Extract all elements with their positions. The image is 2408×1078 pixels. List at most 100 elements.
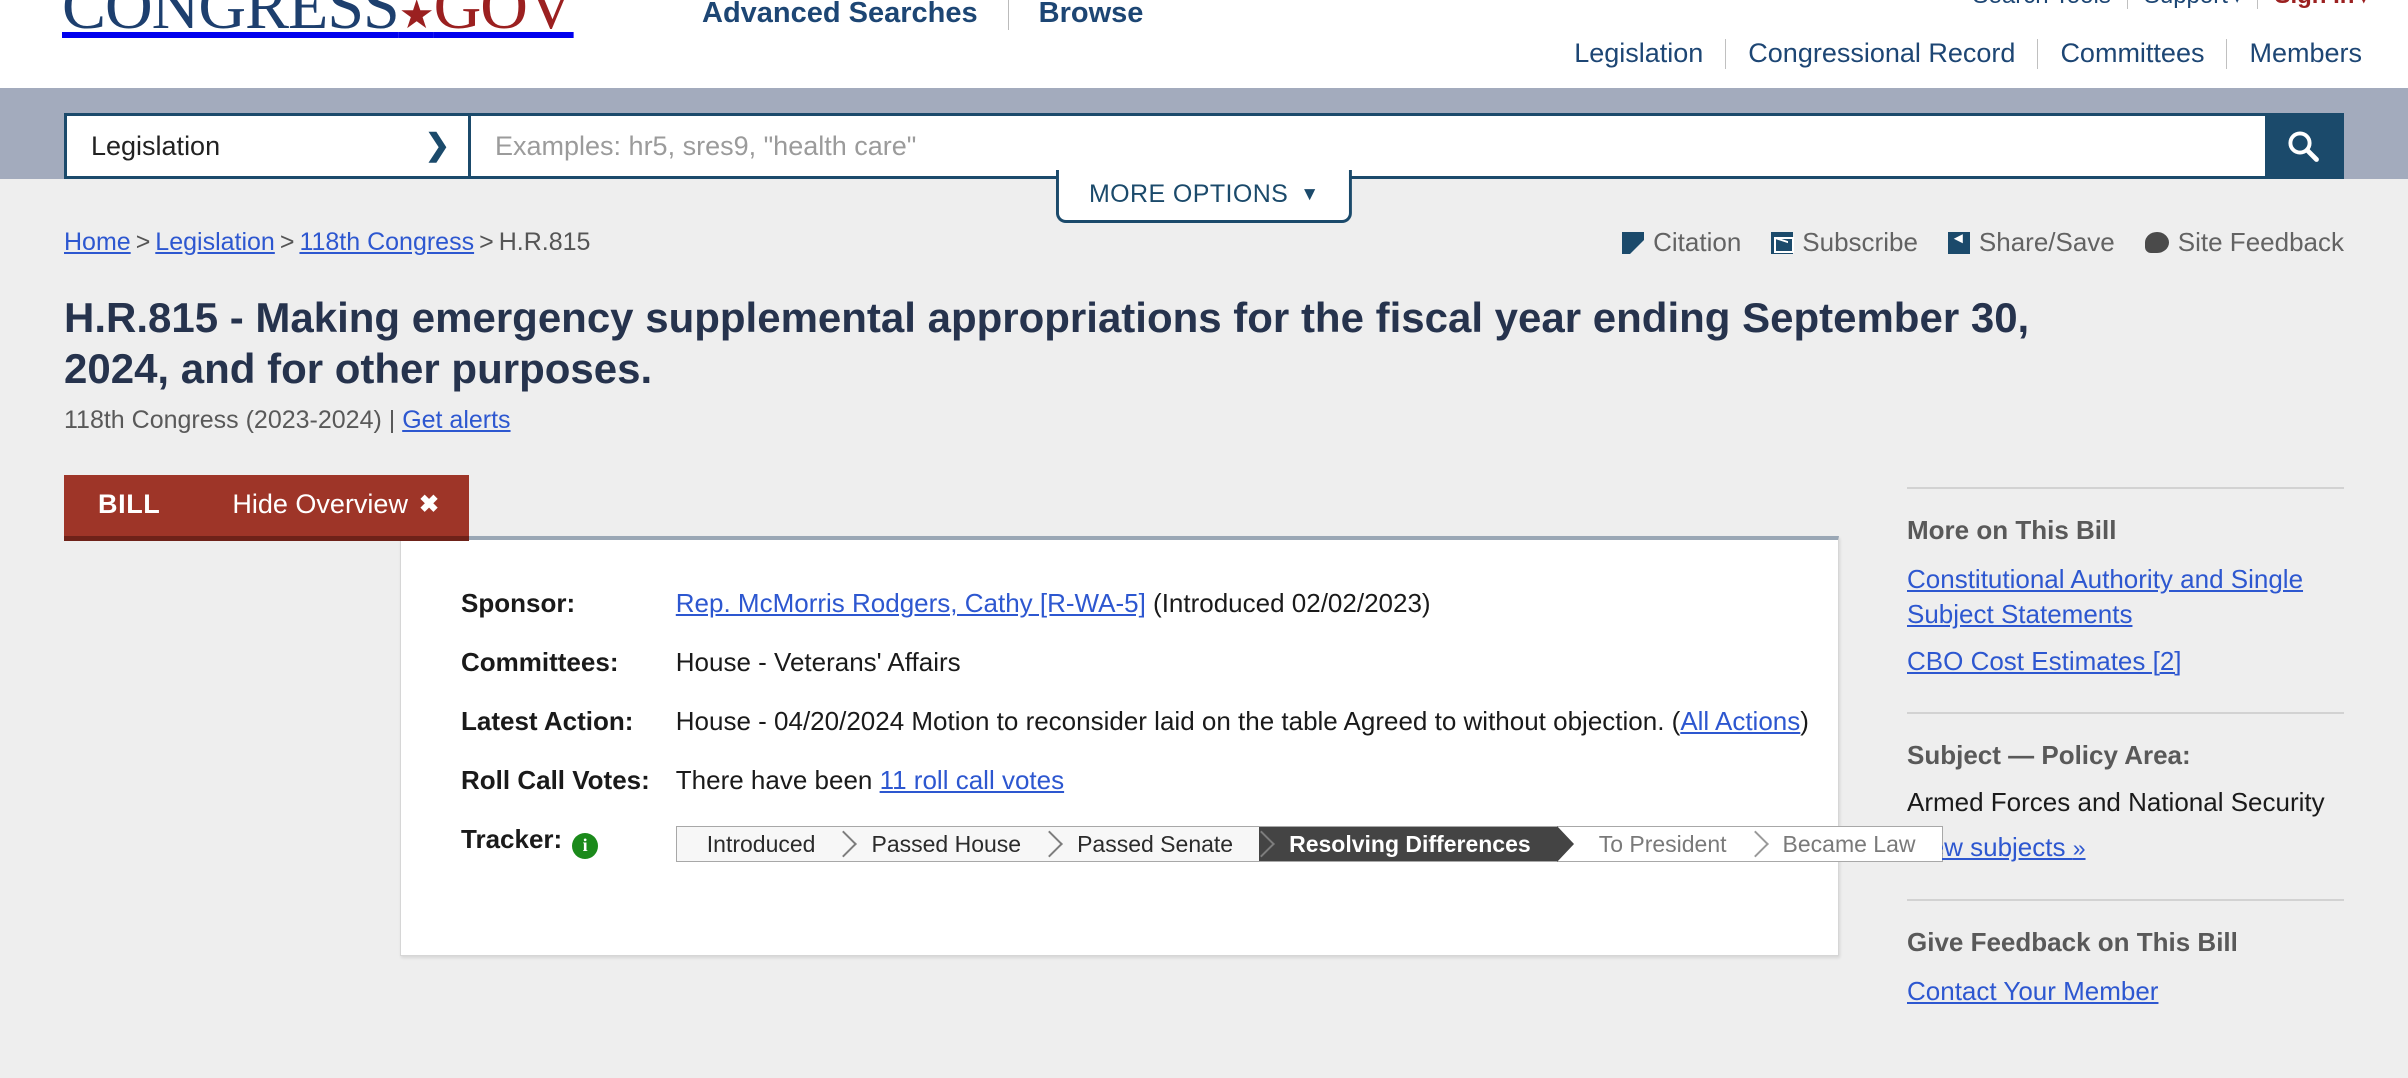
envelope-icon xyxy=(1771,231,1795,254)
site-feedback-label: Site Feedback xyxy=(2177,227,2344,257)
tracker-step-became-law: Became Law xyxy=(1752,827,1942,862)
table-row: Sponsor: Rep. McMorris Rodgers, Cathy [R… xyxy=(401,588,1943,647)
tracker-step-to-president: To President xyxy=(1556,827,1753,862)
latest-action-text: House - 04/20/2024 Motion to reconsider … xyxy=(675,706,1681,737)
sidebar-section-more-on-bill: More on This Bill Constitutional Authori… xyxy=(1907,487,2344,712)
info-icon[interactable]: i xyxy=(572,832,599,859)
breadcrumb-118th-congress[interactable]: 118th Congress xyxy=(299,228,474,256)
bill-overview-panel: Sponsor: Rep. McMorris Rodgers, Cathy [R… xyxy=(400,536,1943,957)
sponsor-value: Rep. McMorris Rodgers, Cathy [R-WA-5] (I… xyxy=(676,588,1943,647)
site-feedback-button[interactable]: Site Feedback xyxy=(2144,227,2344,258)
policy-area-value: Armed Forces and National Security xyxy=(1907,787,2325,818)
sign-in-label: Sign In xyxy=(2274,0,2354,9)
double-chevron-right-icon: » xyxy=(2072,835,2086,862)
tracker-cell: Introduced Passed House Passed Senate Re… xyxy=(675,824,1943,863)
bill-sidebar: More on This Bill Constitutional Authori… xyxy=(1839,475,2344,1042)
overview-table: Sponsor: Rep. McMorris Rodgers, Cathy [R… xyxy=(401,588,1943,863)
page-title: H.R.815 - Making emergency supplemental … xyxy=(64,294,2030,393)
chevron-down-icon: ▼ xyxy=(1300,183,1320,205)
citation-label: Citation xyxy=(1653,227,1742,257)
search-input[interactable] xyxy=(471,116,2265,176)
bill-congress-line: 118th Congress (2023-2024) | Get alerts xyxy=(64,406,2344,435)
latest-action-label: Latest Action: xyxy=(461,706,634,737)
search-icon xyxy=(2288,131,2319,162)
tracker-label: Tracker: xyxy=(461,824,563,855)
speech-bubble-icon xyxy=(2144,232,2169,253)
support-menu[interactable]: Support ▾ xyxy=(2128,0,2258,10)
share-save-label: Share/Save xyxy=(1978,227,2115,257)
tab-bill[interactable]: BILL Hide Overview ✖ xyxy=(64,475,470,542)
main-navigation: Legislation Congressional Record Committ… xyxy=(1552,38,2384,69)
chevron-down-icon: ▾ xyxy=(2359,0,2368,7)
share-icon xyxy=(1947,230,1970,254)
bill-progress-tracker: Introduced Passed House Passed Senate Re… xyxy=(675,826,1943,863)
nav-members[interactable]: Members xyxy=(2227,38,2384,69)
page-content: Home > Legislation >118th Congress > H.R.815 … xyxy=(0,179,2408,1078)
logo-gov-text: GOV xyxy=(433,0,575,43)
breadcrumb-separator: > xyxy=(479,228,494,256)
search-tools-label: Search Tools xyxy=(1973,0,2111,9)
overview-tabstrip: BILL Hide Overview ✖ xyxy=(64,475,1839,542)
roll-call-votes-label: Roll Call Votes: xyxy=(461,765,650,796)
sidebar-section-feedback: Give Feedback on This Bill Contact Your … xyxy=(1907,898,2344,1043)
sponsor-link[interactable]: Rep. McMorris Rodgers, Cathy [R-WA-5] xyxy=(676,588,1146,618)
table-row: Roll Call Votes: There have been 11 roll… xyxy=(401,765,1943,824)
breadcrumb-home[interactable]: Home xyxy=(64,228,131,256)
search-scope-value: Legislation xyxy=(91,130,221,161)
cbo-cost-estimates-link[interactable]: CBO Cost Estimates [2] xyxy=(1907,644,2344,679)
roll-call-votes-link[interactable]: 11 roll call votes xyxy=(880,765,1065,795)
get-alerts-link[interactable]: Get alerts xyxy=(402,406,510,434)
share-save-button[interactable]: Share/Save xyxy=(1947,227,2115,258)
congress-gov-logo[interactable]: CONGRESS★GOV xyxy=(62,0,575,43)
latest-action-close-paren: ) xyxy=(1800,706,1809,737)
contact-your-member-link[interactable]: Contact Your Member xyxy=(1907,974,2344,1009)
site-header: CONGRESS★GOV Advanced Searches Browse Se… xyxy=(0,0,2408,88)
sponsor-introduced-date: (Introduced 02/02/2023) xyxy=(1145,588,1431,619)
constitutional-authority-link[interactable]: Constitutional Authority and Single Subj… xyxy=(1907,562,2344,631)
breadcrumb-separator: > xyxy=(135,228,151,256)
view-subjects-link[interactable]: View subjects » xyxy=(1907,830,2344,865)
table-row: Tracker: i Introduced Passed House Passed… xyxy=(401,824,1943,863)
bill-overview-column: BILL Hide Overview ✖ Sponsor: Rep. McMor… xyxy=(64,475,1943,1042)
more-options-toggle[interactable]: MORE OPTIONS ▼ xyxy=(1055,170,1353,223)
search-bar-region: Legislation ❯ MORE OPTIONS ▼ xyxy=(0,88,2408,223)
header-utility-links: Search Tools Support ▾ Sign In ▾ xyxy=(1957,0,2384,10)
latest-action-value: House - 04/20/2024 Motion to reconsider … xyxy=(676,706,1943,765)
hide-overview-button[interactable]: Hide Overview ✖ xyxy=(232,489,439,520)
nav-congressional-record[interactable]: Congressional Record xyxy=(1726,38,2037,69)
breadcrumb-legislation[interactable]: Legislation xyxy=(155,228,275,256)
sponsor-label: Sponsor: xyxy=(461,588,576,619)
nav-legislation[interactable]: Legislation xyxy=(1552,38,1725,69)
sidebar-heading-policy-area: Subject — Policy Area: xyxy=(1907,740,2191,771)
page-tools: Citation Subscribe Share/Save Site Feedb… xyxy=(1622,227,2344,258)
tracker-step-passed-senate: Passed Senate xyxy=(1047,827,1260,862)
breadcrumb-current: H.R.815 xyxy=(498,228,591,256)
table-row: Committees: House - Veterans' Affairs xyxy=(401,647,1943,706)
hide-overview-label: Hide Overview xyxy=(232,489,408,520)
tab-bill-label: BILL xyxy=(98,489,161,520)
subscribe-label: Subscribe xyxy=(1802,227,1918,257)
nav-committees[interactable]: Committees xyxy=(2038,38,2226,69)
sign-in-menu[interactable]: Sign In ▾ xyxy=(2258,0,2384,10)
tracker-step-passed-house: Passed House xyxy=(841,827,1048,862)
all-actions-link[interactable]: All Actions xyxy=(1680,706,1800,736)
committees-label: Committees: xyxy=(461,647,619,678)
committees-value: House - Veterans' Affairs xyxy=(675,647,961,678)
congress-session-text: 118th Congress (2023-2024) | xyxy=(64,406,403,435)
browse-link[interactable]: Browse xyxy=(1009,0,1174,30)
logo-star-icon: ★ xyxy=(398,0,435,37)
subscribe-button[interactable]: Subscribe xyxy=(1771,227,1918,258)
roll-call-prefix: There have been xyxy=(675,765,880,796)
advanced-searches-link[interactable]: Advanced Searches xyxy=(672,0,1008,30)
breadcrumb-separator: > xyxy=(279,228,295,256)
breadcrumb: Home > Legislation >118th Congress > H.R.815 xyxy=(64,228,590,257)
search-tools-link[interactable]: Search Tools xyxy=(1957,0,2127,10)
search-scope-select[interactable]: Legislation ❯ xyxy=(67,116,471,176)
citation-icon xyxy=(1622,231,1645,254)
search-submit-button[interactable] xyxy=(2265,116,2341,176)
tracker-step-introduced: Introduced xyxy=(676,827,842,862)
logo-congress-text: CONGRESS xyxy=(62,0,400,43)
tracker-label-cell: Tracker: i xyxy=(401,824,676,862)
citation-button[interactable]: Citation xyxy=(1622,227,1741,258)
table-row: Latest Action: House - 04/20/2024 Motion… xyxy=(401,706,1943,765)
